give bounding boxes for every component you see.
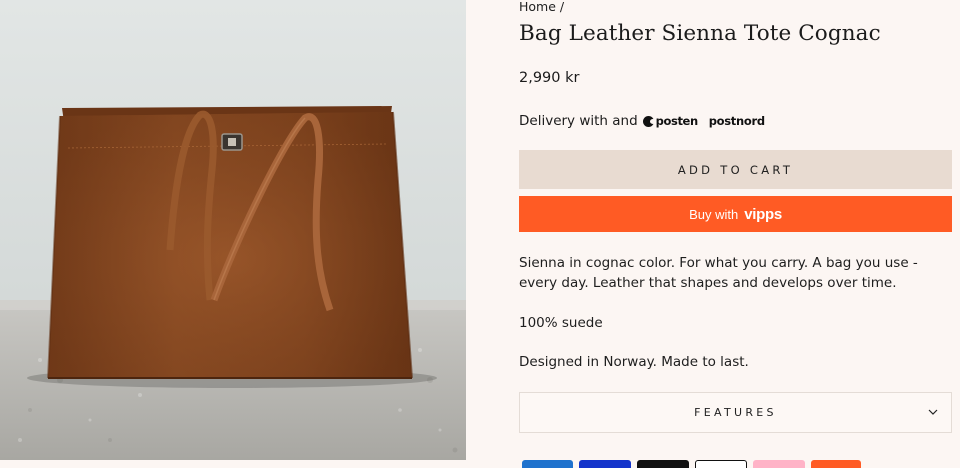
amex-icon bbox=[522, 460, 573, 468]
product-description: Sienna in cognac color. For what you car… bbox=[519, 255, 918, 291]
payment-icons bbox=[522, 460, 867, 468]
product-title: Bag Leather Sienna Tote Cognac bbox=[519, 21, 881, 46]
origin-text: Designed in Norway. Made to last. bbox=[519, 354, 749, 370]
mastercard-icon bbox=[637, 460, 689, 468]
features-label: FEATURES bbox=[694, 406, 777, 419]
posten-icon bbox=[642, 115, 656, 127]
delivery-info: Delivery with and posten postnord bbox=[519, 112, 765, 130]
klarna-icon bbox=[753, 460, 805, 468]
product-price: 2,990 kr bbox=[519, 70, 580, 86]
postnord-logo: postnord bbox=[708, 114, 765, 128]
buy-with-vipps-button[interactable]: Buy with vipps bbox=[519, 196, 952, 232]
vipps-icon bbox=[811, 460, 861, 468]
posten-logo: posten bbox=[642, 114, 698, 128]
visa-icon bbox=[579, 460, 631, 468]
vipps-logo: vipps bbox=[744, 205, 782, 223]
posten-label: posten bbox=[655, 114, 698, 128]
image-bottom-strip bbox=[0, 460, 466, 468]
apple-pay-icon bbox=[695, 460, 747, 468]
material-text: 100% suede bbox=[519, 315, 603, 331]
breadcrumb: Home / bbox=[519, 0, 564, 14]
breadcrumb-home-link[interactable]: Home bbox=[519, 0, 556, 14]
breadcrumb-separator: / bbox=[559, 0, 565, 14]
features-accordion[interactable]: FEATURES bbox=[519, 392, 952, 433]
chevron-down-icon bbox=[928, 409, 938, 415]
add-to-cart-button[interactable]: ADD TO CART bbox=[519, 150, 952, 189]
tote-bag-photo bbox=[0, 0, 466, 460]
buy-with-label: Buy with bbox=[689, 206, 739, 222]
product-image[interactable] bbox=[0, 0, 466, 460]
delivery-text: Delivery with and bbox=[519, 113, 638, 129]
